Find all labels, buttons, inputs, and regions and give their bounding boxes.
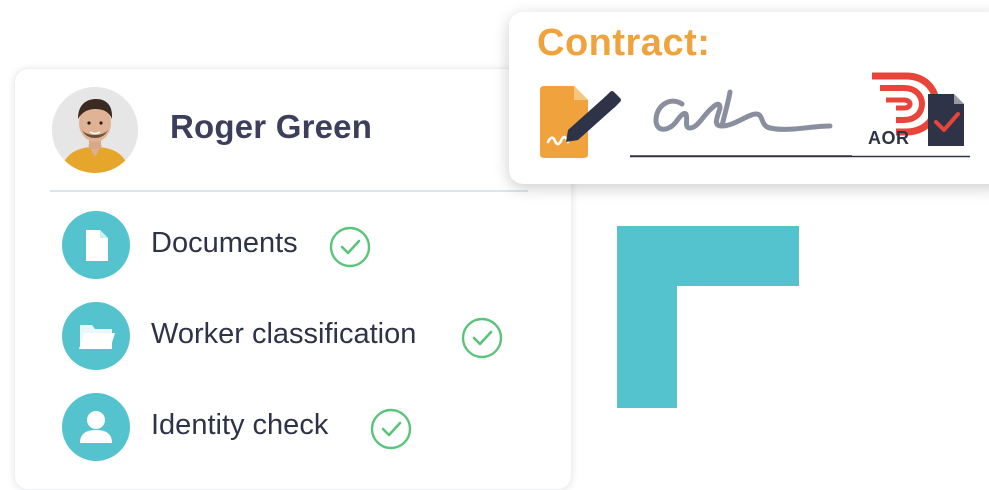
contract-title: Contract: <box>537 22 711 64</box>
checklist-label: Identity check <box>151 409 329 441</box>
checklist-label: Documents <box>151 227 298 259</box>
check-circle-icon <box>461 317 503 359</box>
folder-icon <box>62 302 130 370</box>
aor-logo-text: AOR <box>868 128 910 148</box>
document-icon <box>62 211 130 279</box>
check-circle-icon <box>329 226 371 268</box>
checklist-item-worker-classification[interactable]: Worker classification <box>62 302 542 372</box>
check-circle-icon <box>370 408 412 450</box>
checklist-item-identity-check[interactable]: Identity check <box>62 393 542 463</box>
signed-document-icon <box>540 86 621 158</box>
avatar <box>52 87 138 173</box>
profile-divider <box>50 190 528 192</box>
person-icon <box>62 393 130 461</box>
user-name: Roger Green <box>170 108 373 145</box>
signature-icon <box>630 89 852 157</box>
signature-line <box>630 155 970 158</box>
checklist-item-documents[interactable]: Documents <box>62 211 542 281</box>
checklist-label: Worker classification <box>151 318 417 350</box>
corner-decoration <box>617 226 799 408</box>
